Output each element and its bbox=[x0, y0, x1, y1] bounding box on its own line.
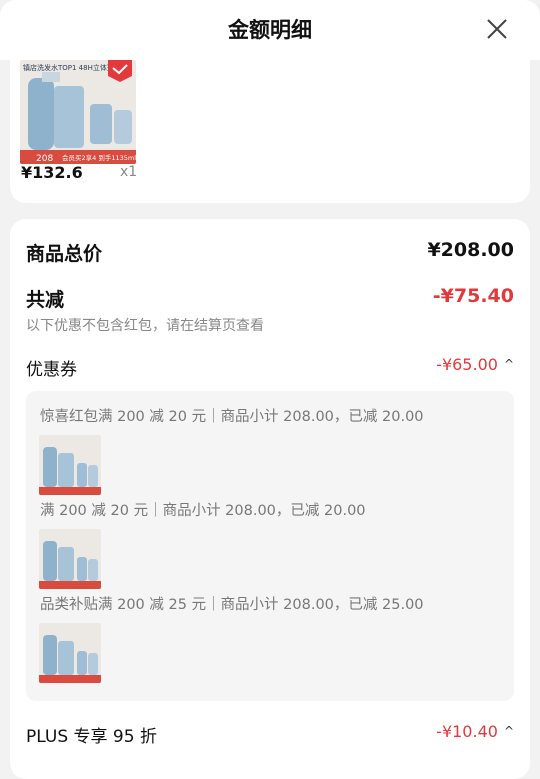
close-icon[interactable] bbox=[484, 16, 510, 42]
page-title: 金额明细 bbox=[228, 18, 312, 42]
coupon-detail-image bbox=[39, 435, 101, 495]
coupon-detail-line: 惊喜红包满 200 减 20 元｜商品小计 208.00，已减 20.00 bbox=[40, 409, 424, 425]
total-value: ¥208.00 bbox=[427, 239, 514, 261]
modal-header: 金额明细 bbox=[0, 0, 540, 60]
coupon-detail-line: 品类补贴满 200 减 25 元｜商品小计 208.00，已减 25.00 bbox=[40, 597, 424, 613]
plus-label: PLUS 专享 95 折 bbox=[26, 727, 157, 747]
coupon-row[interactable]: 优惠券 -¥65.00 ^ bbox=[26, 355, 514, 380]
product-card: 镇店洗发水TOP1 48H立体蓬松 208 会员买2享4 到手1135ml ¥1… bbox=[10, 60, 530, 203]
image-promo: 会员买2享4 到手1135ml bbox=[62, 153, 136, 162]
image-caption: 镇店洗发水TOP1 48H立体蓬松 bbox=[23, 63, 121, 72]
coupon-detail-line: 满 200 减 20 元｜商品小计 208.00，已减 20.00 bbox=[40, 503, 366, 519]
discount-label: 共减 bbox=[26, 289, 65, 311]
discount-value: -¥75.40 bbox=[432, 285, 514, 307]
product-qty: x1 bbox=[120, 164, 138, 180]
coupon-label: 优惠券 bbox=[26, 360, 77, 380]
price-summary-card: 商品总价 ¥208.00 共减 -¥75.40 以下优惠不包含红包，请在结算页查… bbox=[10, 219, 530, 779]
total-row: 商品总价 ¥208.00 bbox=[26, 239, 514, 266]
product-image[interactable]: 镇店洗发水TOP1 48H立体蓬松 208 会员买2享4 到手1135ml bbox=[20, 60, 136, 164]
chevron-up-icon[interactable]: ^ bbox=[504, 724, 514, 738]
plus-row[interactable]: PLUS 专享 95 折 -¥10.40 ^ bbox=[26, 722, 514, 747]
chevron-up-icon[interactable]: ^ bbox=[504, 357, 514, 371]
coupon-details: 惊喜红包满 200 减 20 元｜商品小计 208.00，已减 20.00 满 … bbox=[26, 391, 514, 701]
total-label: 商品总价 bbox=[26, 243, 103, 265]
coupon-value: -¥65.00 bbox=[436, 355, 498, 374]
discount-note: 以下优惠不包含红包，请在结算页查看 bbox=[26, 318, 264, 334]
plus-value: -¥10.40 bbox=[436, 722, 498, 741]
coupon-detail-image bbox=[39, 529, 101, 589]
product-price: ¥132.6 bbox=[21, 163, 83, 182]
coupon-detail-image bbox=[39, 623, 101, 683]
discount-row: 共减 -¥75.40 bbox=[26, 285, 514, 312]
